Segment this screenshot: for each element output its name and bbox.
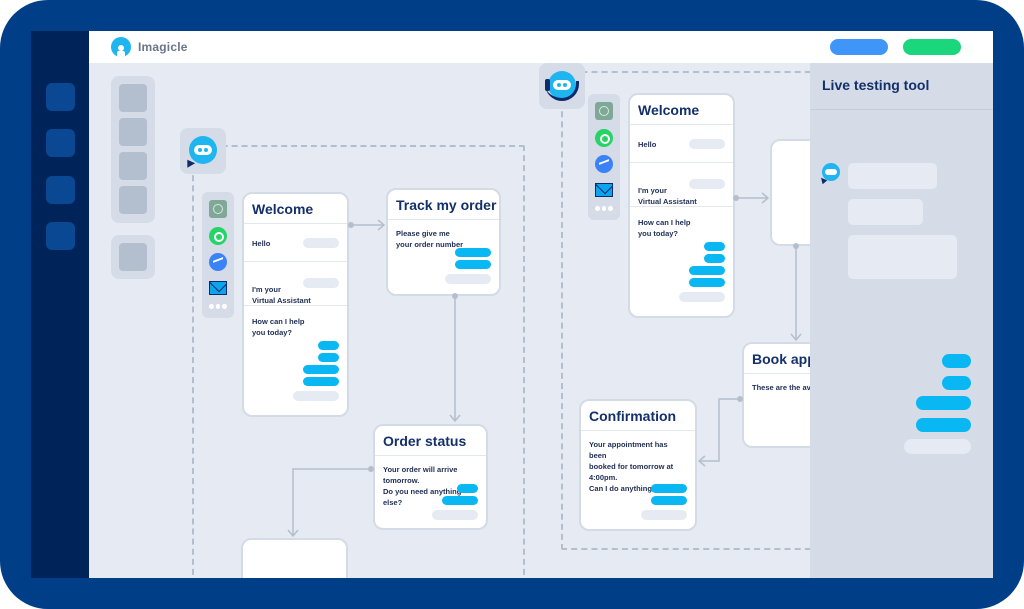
reply-input-placeholder[interactable] <box>904 439 971 454</box>
user-reply[interactable] <box>942 376 971 390</box>
app-screen: Imagicle Welcome Hello I'm your Virtual … <box>31 31 993 578</box>
bot-message <box>848 163 937 189</box>
connector-dot <box>733 195 739 201</box>
panel-title: Live testing tool <box>822 77 930 93</box>
user-reply[interactable] <box>916 418 971 432</box>
live-testing-panel: Live testing tool <box>810 63 993 578</box>
connector-status-next <box>292 468 371 536</box>
connector-dot <box>452 293 458 299</box>
connector-dot <box>737 396 743 402</box>
connector-book-confirmation <box>699 398 740 462</box>
connector-dot <box>348 222 354 228</box>
panel-divider <box>810 109 993 110</box>
user-reply[interactable] <box>916 396 971 410</box>
device-frame: Imagicle Welcome Hello I'm your Virtual … <box>0 0 1024 609</box>
bot-message <box>848 235 957 279</box>
chatbot-avatar-icon <box>818 163 840 185</box>
connector-dot <box>368 466 374 472</box>
bot-message <box>848 199 923 225</box>
connector-dot <box>793 243 799 249</box>
user-reply[interactable] <box>942 354 971 368</box>
